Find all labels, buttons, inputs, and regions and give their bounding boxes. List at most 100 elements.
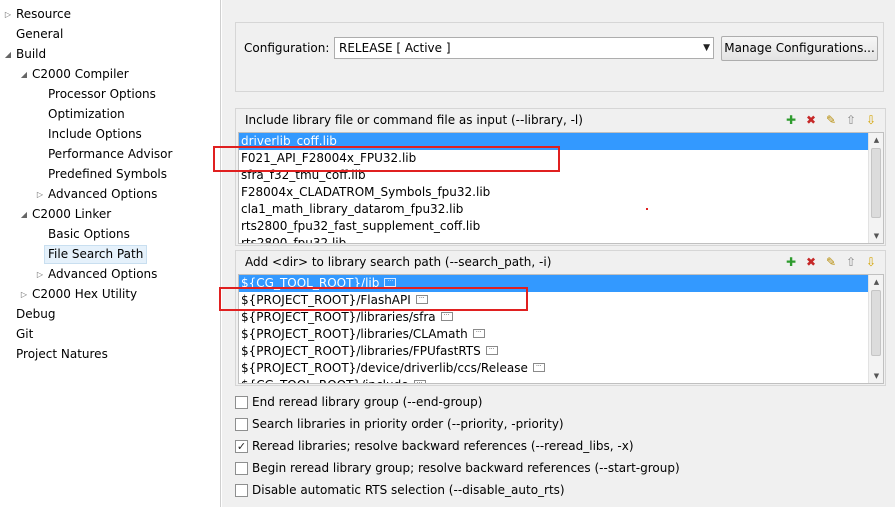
search-path-scrollbar[interactable]: ▲ ▼ xyxy=(868,275,883,383)
tree-item-advanced-options[interactable]: Advanced Options xyxy=(48,265,157,284)
delete-icon[interactable]: ✖ xyxy=(803,112,819,128)
configuration-group: Configuration: RELEASE [ Active ] ▼ Mana… xyxy=(235,22,884,92)
expand-arrow-icon[interactable]: ▷ xyxy=(35,185,45,204)
scroll-thumb[interactable] xyxy=(871,290,881,356)
option-label: Reread libraries; resolve backward refer… xyxy=(252,439,634,453)
list-item[interactable]: ${PROJECT_ROOT}/FlashAPI ··· xyxy=(239,292,869,309)
list-item-label: ${PROJECT_ROOT}/libraries/CLAmath xyxy=(241,327,468,341)
delete-icon[interactable]: ✖ xyxy=(803,254,819,270)
variables-ellipsis-icon[interactable]: ··· xyxy=(472,329,485,338)
tree-item-predefined-symbols[interactable]: Predefined Symbols xyxy=(48,165,167,184)
tree-item-git[interactable]: Git xyxy=(16,325,33,344)
list-item-label: ${PROJECT_ROOT}/FlashAPI xyxy=(241,293,411,307)
variables-ellipsis-icon[interactable]: ··· xyxy=(384,278,397,287)
tree-item-include-options[interactable]: Include Options xyxy=(48,125,142,144)
configuration-label: Configuration: xyxy=(244,41,330,55)
search-path-title: Add <dir> to library search path (--sear… xyxy=(245,255,552,269)
list-item-label: ${PROJECT_ROOT}/libraries/FPUfastRTS xyxy=(241,344,481,358)
collapse-arrow-icon[interactable]: ◢ xyxy=(3,45,13,64)
edit-icon[interactable]: ✎ xyxy=(823,112,839,128)
scroll-up-icon[interactable]: ▲ xyxy=(869,133,883,147)
tree-item-resource[interactable]: Resource xyxy=(16,5,71,24)
list-item[interactable]: F021_API_F28004x_FPU32.lib xyxy=(239,150,869,167)
list-item[interactable]: driverlib_coff.lib xyxy=(239,133,869,150)
library-files-scrollbar[interactable]: ▲ ▼ xyxy=(868,133,883,243)
tree-item-debug[interactable]: Debug xyxy=(16,305,55,324)
list-item[interactable]: ${PROJECT_ROOT}/device/driverlib/ccs/Rel… xyxy=(239,360,869,377)
search-path-group: Add <dir> to library search path (--sear… xyxy=(235,250,886,386)
list-item-label: ${CG_TOOL_ROOT}/include xyxy=(241,378,409,383)
tree-item-advanced-options[interactable]: Advanced Options xyxy=(48,185,157,204)
move-down-icon[interactable]: ⇩ xyxy=(863,112,879,128)
tree-item-c2000-linker[interactable]: C2000 Linker xyxy=(32,205,111,224)
tree-item-file-search-path[interactable]: File Search Path xyxy=(44,245,148,264)
add-icon[interactable]: ✚ xyxy=(783,254,799,270)
tree-item-c2000-compiler[interactable]: C2000 Compiler xyxy=(32,65,129,84)
expand-arrow-icon[interactable]: ▷ xyxy=(35,265,45,284)
edit-icon[interactable]: ✎ xyxy=(823,254,839,270)
list-item[interactable]: ${PROJECT_ROOT}/libraries/FPUfastRTS ··· xyxy=(239,343,869,360)
variables-ellipsis-icon[interactable]: ··· xyxy=(440,312,453,321)
tree-item-basic-options[interactable]: Basic Options xyxy=(48,225,130,244)
list-item-label: driverlib_coff.lib xyxy=(241,134,337,148)
list-item-label: ${CG_TOOL_ROOT}/lib xyxy=(241,276,380,290)
dropdown-arrow-icon[interactable]: ▼ xyxy=(703,38,710,58)
tree-item-c2000-hex-utility[interactable]: C2000 Hex Utility xyxy=(32,285,137,304)
add-icon[interactable]: ✚ xyxy=(783,112,799,128)
library-files-toolbar: ✚ ✖ ✎ ⇧ ⇩ xyxy=(783,112,883,130)
tree-item-build[interactable]: Build xyxy=(16,45,46,64)
manage-configurations-button[interactable]: Manage Configurations... xyxy=(721,36,878,61)
tree-item-processor-options[interactable]: Processor Options xyxy=(48,85,156,104)
tree-item-optimization[interactable]: Optimization xyxy=(48,105,125,124)
library-files-list[interactable]: driverlib_coff.lib F021_API_F28004x_FPU32… xyxy=(238,132,884,244)
collapse-arrow-icon[interactable]: ◢ xyxy=(19,65,29,84)
move-up-icon[interactable]: ⇧ xyxy=(843,112,859,128)
checkbox[interactable] xyxy=(235,418,248,431)
collapse-arrow-icon[interactable]: ◢ xyxy=(19,205,29,224)
red-mark xyxy=(646,208,648,210)
checkbox[interactable] xyxy=(235,396,248,409)
list-item[interactable]: ${PROJECT_ROOT}/libraries/CLAmath ··· xyxy=(239,326,869,343)
settings-page: Configuration: RELEASE [ Active ] ▼ Mana… xyxy=(222,0,895,507)
tree-item-general[interactable]: General xyxy=(16,25,63,44)
list-item-label: sfra_f32_tmu_coff.lib xyxy=(241,168,366,182)
option-label: Search libraries in priority order (--pr… xyxy=(252,417,564,431)
checkbox[interactable] xyxy=(235,462,248,475)
list-item-label: F28004x_CLADATROM_Symbols_fpu32.lib xyxy=(241,185,491,199)
list-item[interactable]: ${CG_TOOL_ROOT}/include ··· xyxy=(239,377,869,383)
variables-ellipsis-icon[interactable]: ··· xyxy=(485,346,498,355)
scroll-down-icon[interactable]: ▼ xyxy=(869,229,883,243)
search-path-toolbar: ✚ ✖ ✎ ⇧ ⇩ xyxy=(783,254,883,272)
option-label: End reread library group (--end-group) xyxy=(252,395,483,409)
scroll-up-icon[interactable]: ▲ xyxy=(869,275,883,289)
expand-arrow-icon[interactable]: ▷ xyxy=(3,5,13,24)
move-down-icon[interactable]: ⇩ xyxy=(863,254,879,270)
variables-ellipsis-icon[interactable]: ··· xyxy=(415,295,428,304)
configuration-value: RELEASE [ Active ] xyxy=(339,41,451,55)
list-item[interactable]: ${CG_TOOL_ROOT}/lib ··· xyxy=(239,275,869,292)
configuration-select[interactable]: RELEASE [ Active ] ▼ xyxy=(334,37,714,59)
scroll-thumb[interactable] xyxy=(871,148,881,218)
list-item[interactable]: ${PROJECT_ROOT}/libraries/sfra ··· xyxy=(239,309,869,326)
scroll-down-icon[interactable]: ▼ xyxy=(869,369,883,383)
checkbox[interactable] xyxy=(235,484,248,497)
option-label: Disable automatic RTS selection (--disab… xyxy=(252,483,565,497)
variables-ellipsis-icon[interactable]: ··· xyxy=(413,380,426,383)
settings-tree: ▷ Resource General ◢ Build ◢ C2000 Compiler Pro… xyxy=(0,0,221,507)
tree-item-project-natures[interactable]: Project Natures xyxy=(16,345,108,364)
list-item[interactable]: cla1_math_library_datarom_fpu32.lib xyxy=(239,201,869,218)
library-files-group: Include library file or command file as … xyxy=(235,108,886,246)
list-item-label: F021_API_F28004x_FPU32.lib xyxy=(241,151,417,165)
list-item[interactable]: rts2800_fpu32_fast_supplement_coff.lib xyxy=(239,218,869,235)
expand-arrow-icon[interactable]: ▷ xyxy=(19,285,29,304)
list-item-label: rts2800_fpu32_fast_supplement_coff.lib xyxy=(241,219,481,233)
list-item[interactable]: F28004x_CLADATROM_Symbols_fpu32.lib xyxy=(239,184,869,201)
search-path-list[interactable]: ${CG_TOOL_ROOT}/lib ··· ${PROJECT_ROOT}/Fl… xyxy=(238,274,884,384)
checkbox-checked[interactable]: ✓ xyxy=(235,440,248,453)
move-up-icon[interactable]: ⇧ xyxy=(843,254,859,270)
list-item-label: ${PROJECT_ROOT}/device/driverlib/ccs/Rel… xyxy=(241,361,528,375)
variables-ellipsis-icon[interactable]: ··· xyxy=(532,363,545,372)
list-item[interactable]: rts2800_fpu32.lib xyxy=(239,235,869,243)
tree-item-performance-advisor[interactable]: Performance Advisor xyxy=(48,145,172,164)
list-item[interactable]: sfra_f32_tmu_coff.lib xyxy=(239,167,869,184)
